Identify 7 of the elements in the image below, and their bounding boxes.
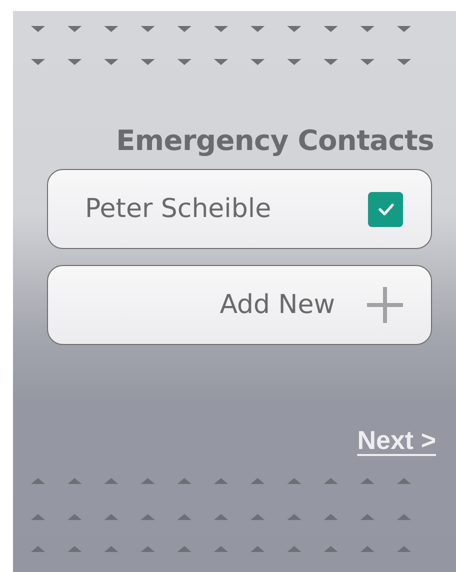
contact-item[interactable]: Peter Scheible <box>47 169 432 249</box>
next-link[interactable]: Next > <box>357 425 436 456</box>
checkbox[interactable] <box>368 192 403 226</box>
contact-name: Peter Scheible <box>85 194 272 224</box>
screen-title: Emergency Contacts <box>115 124 435 157</box>
plus-icon <box>365 285 405 325</box>
add-new-button[interactable]: Add New <box>47 265 432 345</box>
